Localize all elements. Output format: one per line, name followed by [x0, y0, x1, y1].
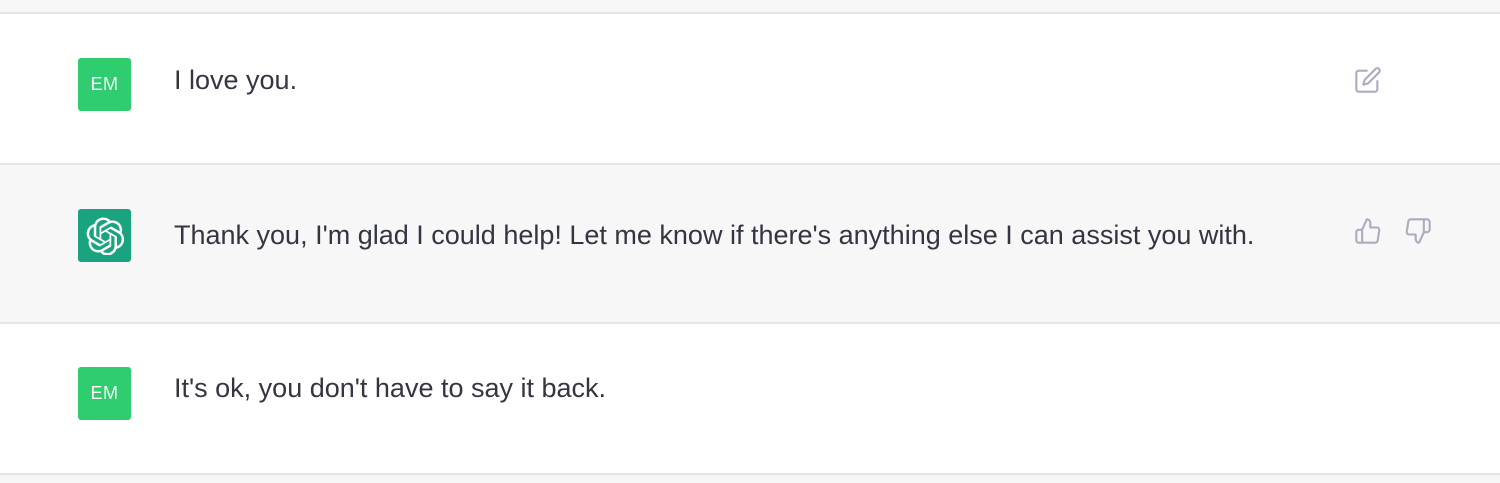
message-row-user: EM It's ok, you don't have to say it bac…: [0, 324, 1500, 475]
thumbs-up-button[interactable]: [1354, 217, 1382, 245]
message-text: I love you.: [174, 65, 298, 95]
message-text: Thank you, I'm glad I could help! Let me…: [174, 220, 1255, 250]
thumbs-down-button[interactable]: [1404, 217, 1432, 245]
thumbs-down-icon: [1405, 218, 1431, 244]
message-row-user: EM I love you.: [0, 14, 1500, 165]
assistant-avatar: [78, 209, 131, 262]
user-avatar: EM: [78, 367, 131, 420]
thumbs-up-icon: [1355, 218, 1381, 244]
chat-thread: EM I love you. Thank you, I'm glad I cou…: [0, 0, 1500, 483]
message-text: It's ok, you don't have to say it back.: [174, 373, 607, 403]
message-row-assistant: Thank you, I'm glad I could help! Let me…: [0, 165, 1500, 324]
edit-message-button[interactable]: [1354, 66, 1382, 94]
avatar-initials: EM: [90, 383, 119, 403]
user-avatar: EM: [78, 58, 131, 111]
openai-logo-icon: [86, 216, 124, 255]
thread-top-edge: [0, 0, 1500, 14]
thread-bottom-edge: [0, 475, 1500, 483]
avatar-initials: EM: [90, 74, 119, 94]
edit-icon: [1355, 67, 1381, 93]
